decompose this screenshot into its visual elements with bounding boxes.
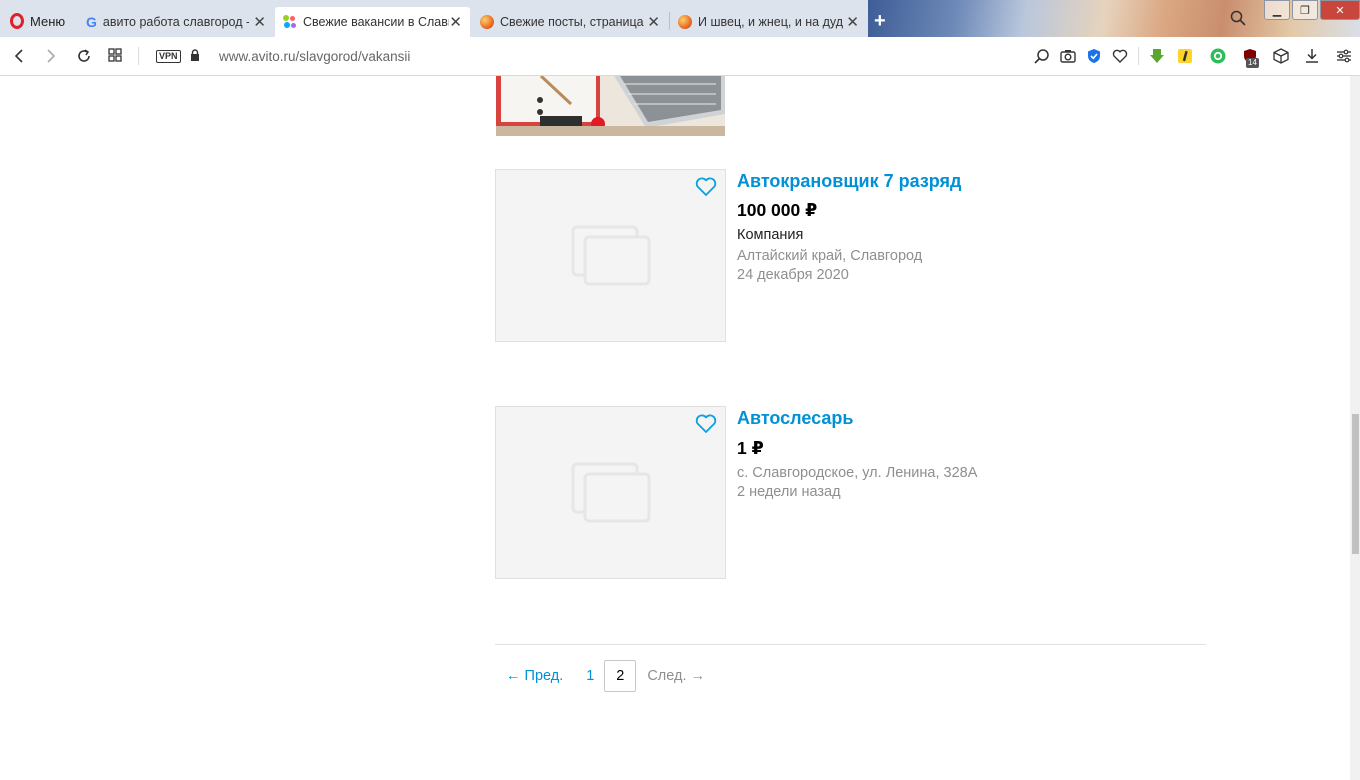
listing-date: 2 недели назад [737,484,841,500]
tab-google-search[interactable]: G авито работа славгород - ✕ [78,7,274,37]
reload-icon[interactable] [76,48,92,64]
page-1-link[interactable]: 1 [586,668,594,684]
scrollbar-thumb[interactable] [1352,414,1359,554]
listing-price: 100 000 ₽ [737,200,818,220]
listing-card: Автокрановщик 7 разряд 100 000 ₽ Компани… [495,169,1215,342]
cube-extension-icon[interactable] [1273,48,1289,64]
listing-location: Алтайский край, Славгород [737,248,923,264]
listing-date: 24 декабря 2020 [737,267,849,283]
minimize-icon[interactable]: ▁ [1264,0,1290,20]
tab-avito-vacancies[interactable]: Свежие вакансии в Славг ✕ [275,7,470,37]
tab-close-icon[interactable]: ✕ [449,13,462,31]
pikabu-icon [678,15,692,29]
tab-title: И швец, и жнец, и на дуд [698,15,844,29]
menu-label: Меню [30,13,66,29]
url-field[interactable]: www.avito.ru/slavgorod/vakansii [219,49,410,64]
listing-title-link[interactable]: Автокрановщик 7 разряд [737,171,961,192]
favorite-heart-icon[interactable] [695,414,717,434]
pagination: ← Пред. 1 2 След. → [495,660,705,692]
tab-title: авито работа славгород - [102,15,249,29]
speed-dial-grid-icon[interactable] [108,48,122,62]
tab-title: Свежие посты, страница 3 [500,15,646,29]
listing-company: Компания [737,227,804,243]
url-path: /slavgorod/vakansii [295,49,411,64]
toolbar-separator [1138,47,1139,65]
lock-icon[interactable] [190,49,200,62]
listing-thumbnail[interactable] [495,169,726,342]
adblock-shield-icon[interactable] [1086,48,1102,64]
green-circle-extension-icon[interactable] [1210,48,1226,64]
prev-page-link[interactable]: ← Пред. [506,668,563,684]
bookmark-heart-icon[interactable] [1112,48,1128,64]
window-controls: ▁ ❐ ✕ [1262,0,1360,24]
avito-icon [283,15,297,29]
tab-close-icon[interactable]: ✕ [253,13,266,31]
browser-tab-bar: Меню G авито работа славгород - ✕ Свежие… [0,0,1360,37]
page-content: Автокрановщик 7 разряд 100 000 ₽ Компани… [0,76,1350,780]
listing-price: 1 ₽ [737,438,764,458]
tab-pikabu-article[interactable]: И швец, и жнец, и на дуд ✕ [670,7,867,37]
address-bar: VPN www.avito.ru/slavgorod/vakansii 14 [0,37,1360,76]
listing-card: Автослесарь 1 ₽ с. Славгородское, ул. Ле… [495,406,1215,579]
forward-icon[interactable] [44,48,58,64]
tab-search-icon[interactable] [1230,10,1246,26]
listing-location: с. Славгородское, ул. Ленина, 328А [737,465,978,481]
close-window-icon[interactable]: ✕ [1320,0,1360,20]
office-desk-photo-icon [496,76,725,136]
google-icon: G [86,14,97,30]
vpn-button[interactable]: VPN [156,50,181,63]
current-page: 2 [604,660,637,692]
easy-setup-icon[interactable] [1336,48,1352,64]
translate-extension-icon[interactable] [1177,48,1193,64]
listing-thumbnail[interactable] [495,406,726,579]
toolbar-separator [138,47,139,65]
zoom-search-icon[interactable] [1034,48,1050,64]
opera-logo-icon [10,13,24,29]
download-master-icon[interactable] [1149,48,1165,64]
extension-badge: 14 [1246,58,1259,68]
next-page-link[interactable]: След. → [647,668,705,684]
pagination-divider [495,644,1206,645]
url-host: www.avito.ru [219,49,296,64]
camera-snapshot-icon[interactable] [1060,48,1076,64]
new-tab-plus-icon[interactable]: + [874,10,886,33]
listing-title-link[interactable]: Автослесарь [737,408,853,429]
tab-title: Свежие вакансии в Славг [303,15,449,29]
downloads-icon[interactable] [1304,48,1320,64]
opera-menu-button[interactable]: Меню [0,7,76,35]
pikabu-icon [480,15,494,29]
image-placeholder-icon [571,225,651,286]
restore-icon[interactable]: ❐ [1292,0,1318,20]
back-icon[interactable] [12,48,26,64]
tab-pikabu-posts[interactable]: Свежие посты, страница 3 ✕ [472,7,668,37]
previous-listing-photo[interactable] [496,76,725,136]
vertical-scrollbar[interactable] [1350,76,1360,780]
tab-close-icon[interactable]: ✕ [846,13,859,31]
tab-close-icon[interactable]: ✕ [647,13,660,31]
image-placeholder-icon [571,462,651,523]
favorite-heart-icon[interactable] [695,177,717,197]
